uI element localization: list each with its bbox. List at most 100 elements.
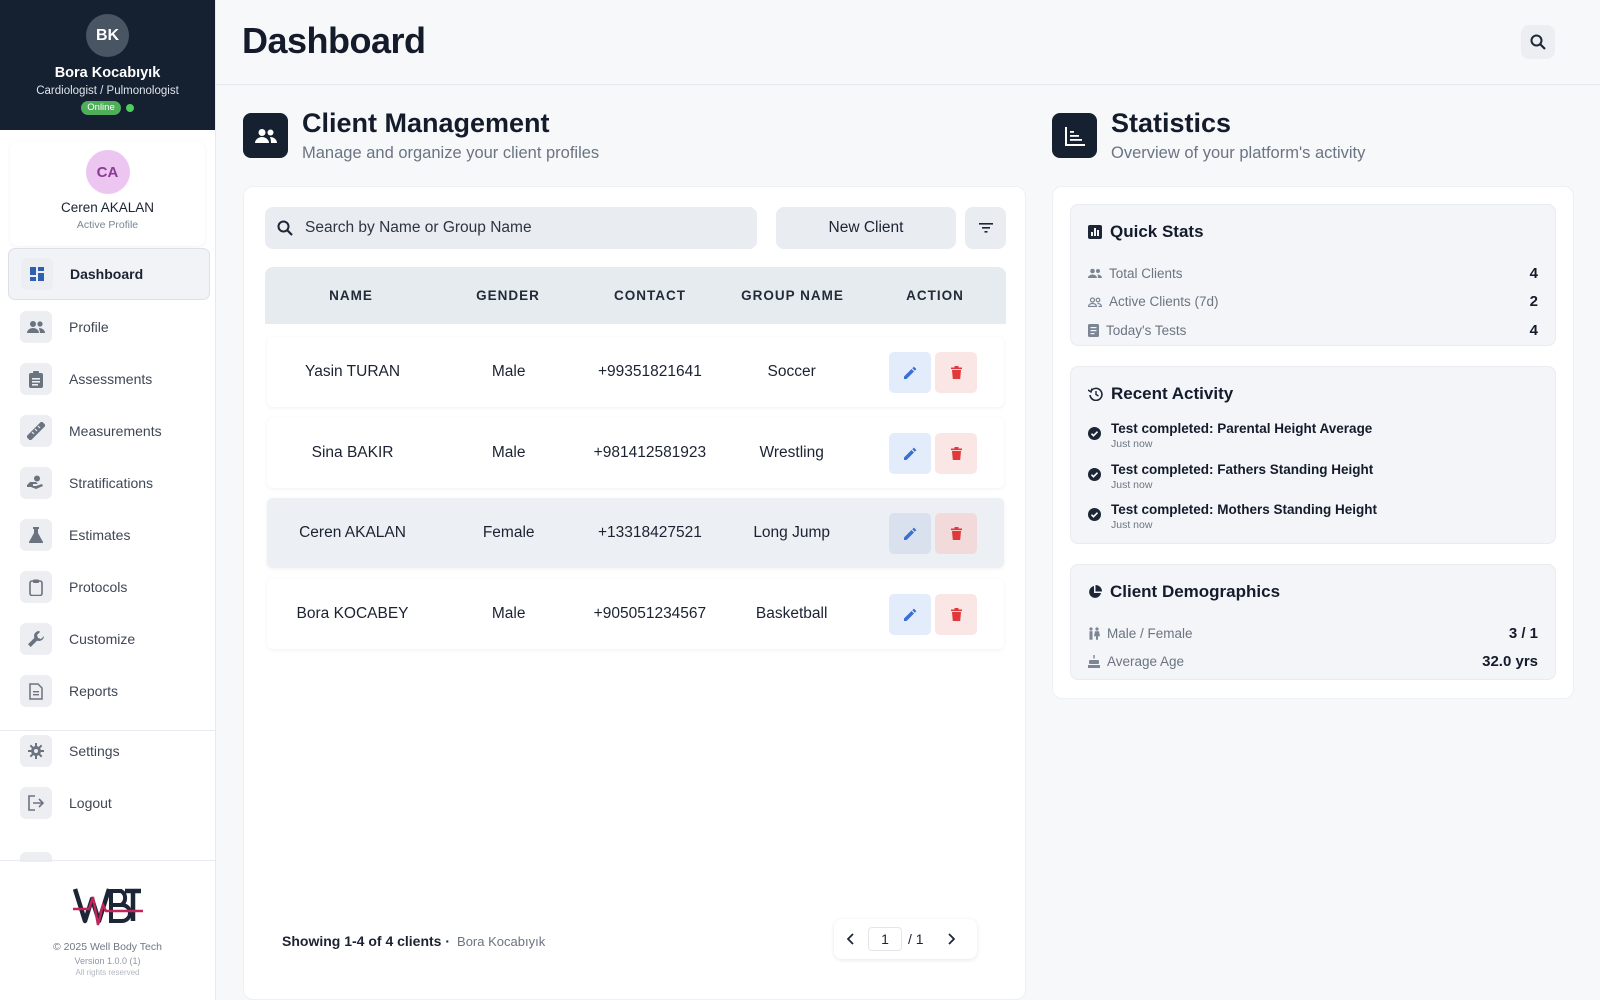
stat-row: Active Clients (7d) 2 [1088,288,1538,317]
page-total: / 1 [908,931,924,947]
edit-button[interactable] [889,512,932,554]
page-input[interactable]: 1 [868,927,902,951]
statistics-subtitle: Overview of your platform's activity [1111,144,1366,162]
sidebar-item-assessments[interactable]: Assessments [8,353,210,405]
table-row-selected[interactable]: Ceren AKALAN Female +13318427521 Long Ju… [267,498,1004,568]
client-group: Long Jump [753,524,831,541]
table-row[interactable]: Yasin TURAN Male +99351821641 Soccer [267,337,1004,407]
prev-page-button[interactable] [834,933,868,945]
client-search-input[interactable]: Search by Name or Group Name [265,207,757,249]
test-document-icon [1088,323,1099,337]
showing-count: Showing 1-4 of 4 clients · [282,933,451,949]
quick-stats-title: Quick Stats [1110,222,1204,241]
column-header-group[interactable]: GROUP NAME [721,288,864,303]
activity-text: Test completed: Mothers Standing Height … [1111,502,1377,531]
stat-row: Average Age 32.0 yrs [1088,648,1538,677]
stat-row: Total Clients 4 [1088,259,1538,288]
row-actions [863,593,1004,635]
client-name: Bora KOCABEY [296,605,409,622]
status-badge: Online [81,101,121,115]
gender-icon [1088,627,1100,640]
edit-button[interactable] [889,351,932,393]
sidebar-item-estimates[interactable]: Estimates [8,509,210,561]
delete-button[interactable] [935,351,978,393]
page-title: Dashboard [242,20,426,61]
topbar: Dashboard [216,0,1600,85]
sidebar-item-measurements[interactable]: Measurements [8,405,210,457]
clipboard-list-icon [20,363,52,395]
activity-time: Just now [1111,519,1153,531]
sidebar-item-stratifications[interactable]: Stratifications [8,457,210,509]
client-gender: Male [491,444,526,461]
search-button[interactable] [1521,25,1555,59]
user-card: BK Bora Kocabıyık Cardiologist / Pulmono… [0,0,215,130]
sidebar-item-dashboard[interactable]: Dashboard [8,248,210,300]
sidebar-footer: © 2025 Well Body Tech Version 1.0.0 (1) … [0,860,215,1000]
sidebar-item-label: Estimates [69,527,131,543]
gear-icon [20,735,52,767]
edit-button[interactable] [889,593,932,635]
user-role: Cardiologist / Pulmonologist [36,85,179,97]
pencil-icon [903,447,917,460]
stat-value: 2 [1529,293,1538,311]
column-header-name[interactable]: NAME [265,288,437,303]
pencil-icon [903,608,917,621]
table-row[interactable]: Sina BAKIR Male +981412581923 Wrestling [267,418,1004,488]
next-page-button[interactable] [934,933,968,945]
people-icon [1088,268,1102,279]
filter-icon [978,223,993,233]
column-header-gender[interactable]: GENDER [437,288,579,303]
delete-button[interactable] [935,432,978,474]
pencil-icon [903,366,917,379]
delete-button[interactable] [935,593,978,635]
sidebar-item-protocols[interactable]: Protocols [8,561,210,613]
status-row: Online [81,101,134,115]
table-header: NAME GENDER CONTACT GROUP NAME ACTION [265,267,1006,324]
stat-value: 32.0 yrs [1482,653,1538,671]
sidebar-item-customize[interactable]: Customize [8,613,210,665]
stat-label: Average Age [1107,654,1185,670]
stat-value: 3 / 1 [1508,624,1538,642]
active-profile-card[interactable]: CA Ceren AKALAN Active Profile [10,142,205,246]
activity-title: Test completed: Parental Height Average [1111,421,1373,436]
edit-button[interactable] [889,432,932,474]
search-icon [277,220,293,236]
sidebar-item-profile[interactable]: Profile [8,301,210,353]
delete-button[interactable] [935,512,978,554]
check-circle-icon [1088,467,1101,481]
user-name: Bora Kocabıyık [54,65,161,81]
activity-time: Just now [1111,438,1153,450]
trash-icon [950,607,962,621]
sidebar-item-label: Measurements [69,423,162,439]
activity-title: Test completed: Fathers Standing Height [1111,461,1374,477]
sidebar-item-label: Logout [69,795,112,811]
sidebar-item-logout[interactable]: Logout [8,777,210,829]
profile-avatar: CA [85,150,130,194]
client-group: Soccer [767,363,816,380]
flask-icon [20,519,52,551]
pie-chart-icon [1088,585,1102,599]
client-group: Basketball [755,605,828,622]
filter-button[interactable] [965,207,1006,249]
chevron-left-icon [847,933,855,945]
sidebar-item-label: Protocols [69,579,128,595]
sidebar-item-label: Dashboard [70,266,144,282]
statistics-title: Statistics [1111,108,1232,138]
sidebar-item-reports[interactable]: Reports [8,665,210,717]
sidebar-item-label: Assessments [69,371,153,387]
sidebar-item-settings[interactable]: Settings [8,725,210,777]
client-management-subtitle: Manage and organize your client profiles [302,144,600,162]
avatar[interactable]: BK [86,14,129,57]
client-gender: Female [482,524,535,541]
stat-label: Total Clients [1109,265,1183,281]
table-row[interactable]: Bora KOCABEY Male +905051234567 Basketba… [267,579,1004,649]
chevron-right-icon [947,933,955,945]
row-actions [863,351,1004,393]
client-name: Yasin TURAN [305,363,401,380]
bar-chart-icon [1088,225,1102,239]
column-header-contact[interactable]: CONTACT [579,288,721,303]
profile-name: Ceren AKALAN [60,200,155,215]
stat-label: Active Clients (7d) [1109,294,1219,310]
activity-text: Test completed: Parental Height Average … [1111,421,1372,450]
new-client-button[interactable]: New Client [776,207,956,249]
